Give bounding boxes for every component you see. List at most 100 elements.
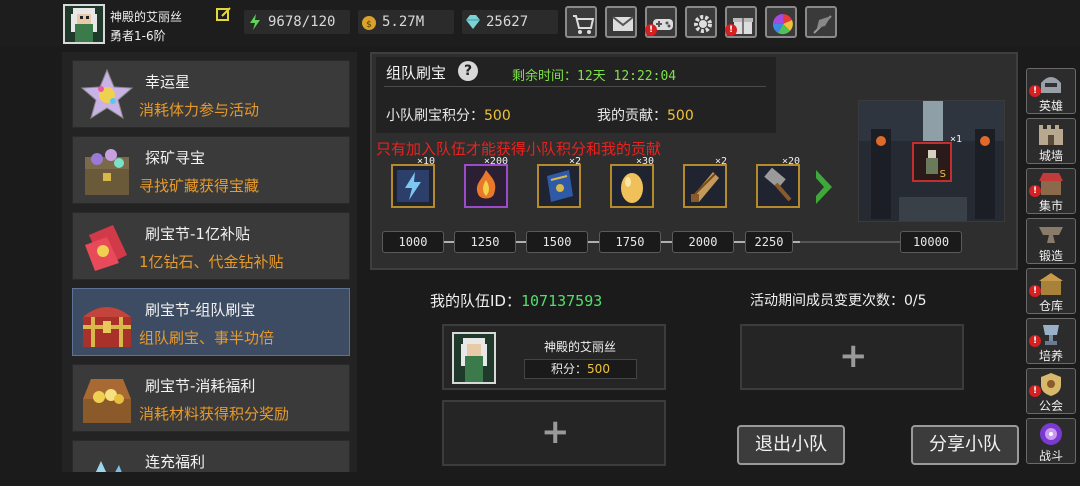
nav-label: 公会 [1038, 399, 1063, 413]
list-item-consume[interactable]: 刷宝节-消耗福利 消耗材料获得积分奖励 [72, 364, 350, 432]
fire-crystal-icon [476, 170, 496, 199]
nav-label: 仓库 [1038, 299, 1063, 313]
alert-badge: ! [1029, 85, 1041, 97]
lucky-star-icon [80, 68, 134, 120]
list-item-title: 连充福利 [145, 453, 206, 471]
reward-slot[interactable]: ×10 [391, 156, 435, 208]
svg-text:$: $ [366, 20, 372, 30]
reward-count: ×200 [483, 156, 508, 167]
event-list[interactable]: 幸运星 消耗体力参与活动 探矿寻宝 寻找矿藏获得宝藏 刷宝节-1亿补贴 1亿钻石… [62, 52, 357, 472]
member-avatar [452, 332, 496, 384]
warehouse-icon [1039, 273, 1063, 295]
stamina-value: 9678/120 [268, 14, 336, 30]
reward-count: ×10 [416, 156, 435, 167]
open-chest-icon [83, 379, 131, 423]
crystal-icon [95, 461, 122, 472]
list-item-title: 刷宝节-1亿补贴 [145, 225, 250, 243]
player-name: 神殿的艾丽丝 [110, 10, 183, 24]
list-item-desc: 消耗材料获得积分奖励 [139, 405, 290, 423]
member-slot-empty[interactable]: + [442, 400, 666, 466]
reward-slot[interactable]: ×20 [756, 156, 800, 208]
gift-button[interactable]: ! [725, 6, 757, 38]
list-item-team-farm[interactable]: 刷宝节-组队刷宝 组队刷宝、事半功倍 [72, 288, 350, 356]
milestone: 1750 [599, 231, 661, 253]
milestone: 1000 [382, 231, 444, 253]
guild-emblem-icon [1041, 373, 1061, 396]
alert-badge: ! [1029, 285, 1041, 297]
nav-label: 英雄 [1038, 99, 1063, 113]
list-item-title: 刷宝节-组队刷宝 [145, 301, 256, 319]
help-icon[interactable]: ? [458, 61, 478, 81]
plus-icon: + [541, 412, 570, 452]
reward-count: ×2 [568, 156, 581, 167]
reward-count: ×2 [714, 156, 727, 167]
alert-badge: ! [725, 24, 737, 36]
member-score-value: 500 [587, 362, 610, 376]
player-avatar[interactable] [63, 4, 105, 44]
my-contrib-label: 我的贡献： [597, 108, 667, 124]
egg-icon [621, 173, 643, 203]
feather-icon [813, 15, 832, 34]
list-item-mining[interactable]: 探矿寻宝 寻找矿藏获得宝藏 [72, 136, 350, 204]
alert-badge: ! [1029, 335, 1041, 347]
nav-label: 培养 [1038, 349, 1063, 363]
red-envelope-icon [85, 225, 127, 271]
leave-team-button[interactable]: 退出小队 [737, 425, 845, 465]
chest-icon [83, 307, 131, 347]
treasure-chest-icon [85, 149, 129, 195]
nav-battle[interactable]: 战斗 [1026, 418, 1076, 464]
color-wheel-button[interactable] [765, 6, 797, 38]
lightning-scroll-icon [397, 170, 429, 202]
shop-button[interactable] [565, 6, 597, 38]
anvil-icon [1039, 227, 1063, 243]
reward-slot[interactable]: ×2 [537, 156, 581, 208]
portal-icon [1040, 423, 1062, 445]
games-button[interactable]: ! [645, 6, 677, 38]
chevron-right-icon[interactable] [812, 166, 836, 208]
alert-badge: ! [645, 24, 657, 36]
reward-slot[interactable]: ×30 [610, 156, 654, 208]
nav-wall[interactable]: 城墙 [1026, 118, 1076, 164]
member-slot-empty[interactable]: + [740, 324, 964, 390]
player-rank: 勇者1-6阶 [110, 29, 166, 43]
lightning-icon [250, 14, 260, 30]
nav-label: 战斗 [1038, 449, 1063, 463]
nav-warehouse[interactable]: ! 仓库 [1026, 268, 1076, 314]
edit-icon[interactable] [216, 6, 232, 22]
settings-button[interactable] [685, 6, 717, 38]
list-item-lucky-star[interactable]: 幸运星 消耗体力参与活动 [72, 60, 350, 128]
member-score: 积分：500 [524, 359, 637, 379]
milestone: 1250 [454, 231, 516, 253]
panel-title: 组队刷宝 [386, 64, 447, 82]
change-value: 0/5 [904, 293, 927, 309]
stamina-resource: 9678/120 [244, 10, 350, 34]
share-team-button[interactable]: 分享小队 [911, 425, 1019, 465]
list-item-title: 刷宝节-消耗福利 [145, 377, 256, 395]
diamond-value: 25627 [486, 14, 529, 30]
rarity-badge: S [939, 169, 946, 180]
showcase-item[interactable]: ×1 S [912, 134, 962, 182]
nav-hero[interactable]: ! 英雄 [1026, 68, 1076, 114]
divider [384, 86, 766, 87]
team-id-label: 我的队伍ID： [430, 292, 521, 310]
gold-resource: $ 5.27M [358, 10, 454, 34]
feather-button[interactable] [805, 6, 837, 38]
nav-cultivate[interactable]: ! 培养 [1026, 318, 1076, 364]
mail-button[interactable] [605, 6, 637, 38]
reward-slot[interactable]: ×200 [464, 156, 508, 208]
list-item-subsidy[interactable]: 刷宝节-1亿补贴 1亿钻石、代金钻补贴 [72, 212, 350, 280]
reward-slot[interactable]: ×2 [683, 156, 727, 208]
list-item-recharge[interactable]: 连充福利 [72, 440, 350, 472]
list-item-desc: 寻找矿藏获得宝藏 [139, 177, 260, 195]
market-stall-icon [1039, 173, 1063, 195]
mail-icon [612, 16, 634, 31]
diamond-icon [466, 15, 480, 29]
nav-guild[interactable]: ! 公会 [1026, 368, 1076, 414]
nav-label: 集市 [1038, 199, 1063, 213]
reward-count: ×30 [635, 156, 654, 167]
milestone: 1500 [526, 231, 588, 253]
nav-market[interactable]: ! 集市 [1026, 168, 1076, 214]
hammer-icon [764, 167, 792, 202]
nav-forge[interactable]: 锻造 [1026, 218, 1076, 264]
helmet-icon [1041, 77, 1061, 93]
